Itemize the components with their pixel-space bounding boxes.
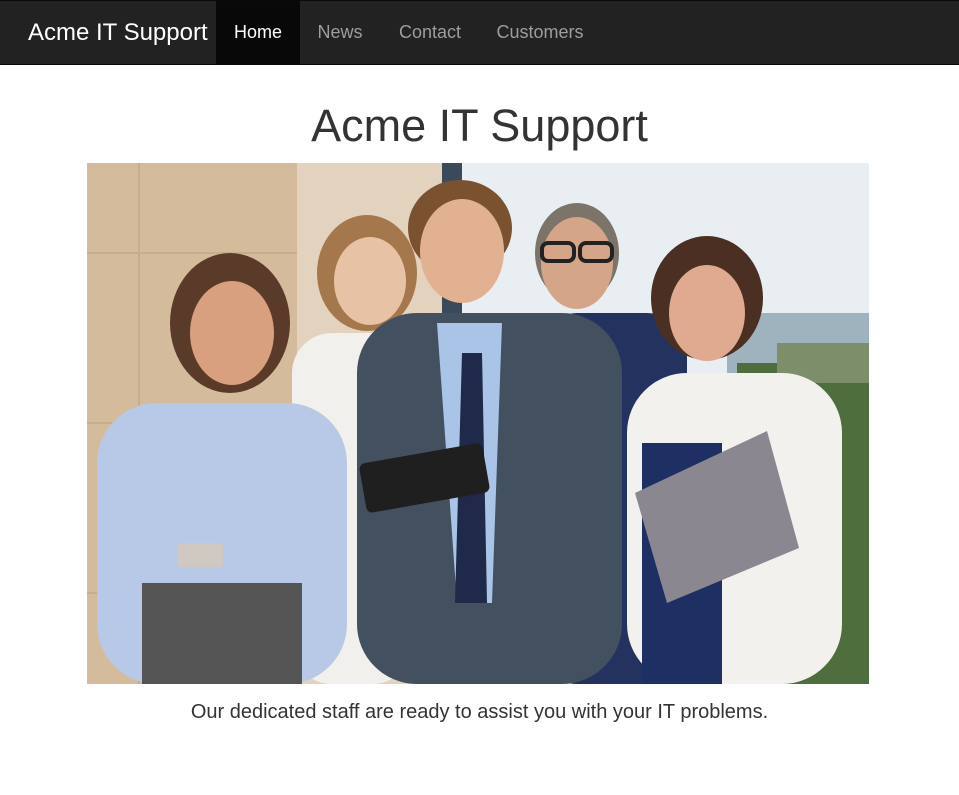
staff-caption: Our dedicated staff are ready to assist … (190, 701, 769, 723)
brand-link[interactable]: Acme IT Support (28, 1, 208, 65)
nav-item-news[interactable]: News (300, 1, 380, 65)
page-title: Acme IT Support (311, 100, 648, 151)
nav-item-home[interactable]: Home (216, 1, 300, 65)
nav-item-customers[interactable]: Customers (480, 1, 600, 65)
top-navbar: Acme IT Support Home News Contact Custom… (0, 0, 959, 65)
nav-item-contact[interactable]: Contact (380, 1, 480, 65)
team-photo (87, 163, 869, 684)
